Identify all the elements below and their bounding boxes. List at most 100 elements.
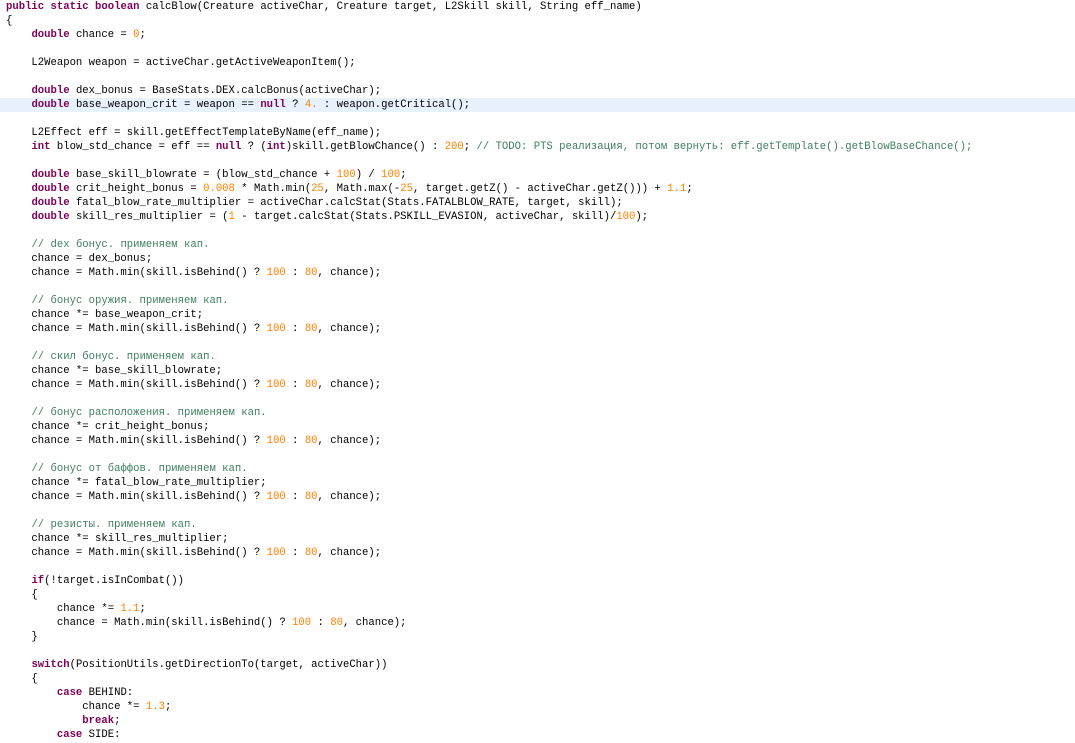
code-token: - target.calcStat(Stats.PSKILL_EVASION, … [234, 211, 617, 223]
code-line[interactable]: double base_skill_blowrate = (blow_std_c… [0, 168, 1075, 182]
code-line[interactable]: // скил бонус. применяем кап. [0, 350, 1075, 364]
code-line[interactable] [0, 70, 1075, 84]
number-token: 25 [400, 183, 413, 195]
code-line[interactable] [0, 336, 1075, 350]
code-line[interactable]: double base_weapon_crit = weapon == null… [0, 98, 1075, 112]
code-token: : [285, 267, 305, 279]
code-token: blow_std_chance = eff == [50, 141, 216, 153]
code-line[interactable]: { [0, 14, 1075, 28]
code-line[interactable]: // бонус оружия. применяем кап. [0, 294, 1075, 308]
code-line[interactable]: chance = Math.min(skill.isBehind() ? 100… [0, 546, 1075, 560]
code-line[interactable]: chance *= base_skill_blowrate; [0, 364, 1075, 378]
code-token: ; [463, 141, 477, 153]
code-token: : [311, 617, 331, 629]
code-line[interactable]: chance *= base_weapon_crit; [0, 308, 1075, 322]
code-line[interactable]: break; [0, 714, 1075, 728]
code-line[interactable]: // бонус расположения. применяем кап. [0, 406, 1075, 420]
code-token: )skill.getBlowChance() : [285, 141, 445, 153]
code-token: , chance); [317, 267, 382, 279]
code-line[interactable]: if(!target.isInCombat()) [0, 574, 1075, 588]
number-token: 100 [266, 323, 286, 335]
code-token: , target.getZ() - activeChar.getZ())) + [412, 183, 668, 195]
code-line[interactable]: chance = Math.min(skill.isBehind() ? 100… [0, 322, 1075, 336]
code-token: ; [139, 603, 146, 615]
keyword-token: double [31, 211, 70, 223]
code-line[interactable]: chance = Math.min(skill.isBehind() ? 100… [0, 434, 1075, 448]
code-line[interactable]: L2Effect eff = skill.getEffectTemplateBy… [0, 126, 1075, 140]
code-line[interactable]: chance = Math.min(skill.isBehind() ? 100… [0, 490, 1075, 504]
code-line[interactable] [0, 392, 1075, 406]
code-line[interactable]: // dex бонус. применяем кап. [0, 238, 1075, 252]
code-line[interactable]: double dex_bonus = BaseStats.DEX.calcBon… [0, 84, 1075, 98]
keyword-token: null [215, 141, 242, 153]
number-token: 0.008 [203, 183, 235, 195]
keyword-token: double [31, 183, 70, 195]
code-line[interactable]: case SIDE: [0, 728, 1075, 742]
keyword-token: switch [31, 659, 70, 671]
code-line[interactable]: chance *= 1.3; [0, 700, 1075, 714]
code-line[interactable]: chance = dex_bonus; [0, 252, 1075, 266]
code-editor[interactable]: public static boolean calcBlow(Creature … [0, 0, 1075, 743]
number-token: 80 [304, 547, 318, 559]
code-line[interactable] [0, 280, 1075, 294]
code-line[interactable]: switch(PositionUtils.getDirectionTo(targ… [0, 658, 1075, 672]
code-line[interactable]: L2Weapon weapon = activeChar.getActiveWe… [0, 56, 1075, 70]
code-line[interactable]: chance = Math.min(skill.isBehind() ? 100… [0, 378, 1075, 392]
code-token: chance *= [6, 701, 146, 713]
code-line[interactable]: public static boolean calcBlow(Creature … [0, 0, 1075, 14]
code-line[interactable] [0, 504, 1075, 518]
code-line[interactable]: chance *= crit_height_bonus; [0, 420, 1075, 434]
code-line[interactable]: case BEHIND: [0, 686, 1075, 700]
code-token: chance = Math.min(skill.isBehind() ? [6, 435, 267, 447]
number-token: 100 [381, 169, 401, 181]
code-line[interactable]: // бонус от баффов. применяем кап. [0, 462, 1075, 476]
comment-token: // бонус оружия. применяем кап. [31, 295, 229, 307]
code-line[interactable]: double skill_res_multiplier = (1 - targe… [0, 210, 1075, 224]
code-token: } [6, 631, 38, 643]
code-line[interactable]: double chance = 0; [0, 28, 1075, 42]
code-token: ) / [355, 169, 382, 181]
code-line[interactable] [0, 644, 1075, 658]
code-line[interactable]: chance = Math.min(skill.isBehind() ? 100… [0, 266, 1075, 280]
number-token: 100 [266, 491, 286, 503]
code-token: : [285, 379, 305, 391]
code-line[interactable]: chance *= skill_res_multiplier; [0, 532, 1075, 546]
keyword-token: double [31, 169, 70, 181]
keyword-token: double [31, 29, 70, 41]
code-line[interactable]: chance *= fatal_blow_rate_multiplier; [0, 476, 1075, 490]
code-line[interactable] [0, 112, 1075, 126]
comment-token: // dex бонус. применяем кап. [31, 239, 210, 251]
code-line[interactable]: chance *= 1.1; [0, 602, 1075, 616]
code-line[interactable]: } [0, 630, 1075, 644]
number-token: 1.3 [145, 701, 165, 713]
number-token: 100 [292, 617, 312, 629]
code-token: L2Weapon weapon = activeChar.getActiveWe… [6, 57, 356, 69]
number-token: 4. [304, 99, 318, 111]
code-token: BEHIND: [82, 687, 134, 699]
code-line[interactable]: double crit_height_bonus = 0.008 * Math.… [0, 182, 1075, 196]
code-line[interactable]: int blow_std_chance = eff == null ? (int… [0, 140, 1075, 154]
number-token: 100 [266, 379, 286, 391]
code-line[interactable]: // резисты. применяем кап. [0, 518, 1075, 532]
number-token: 200 [444, 141, 464, 153]
code-line[interactable] [0, 154, 1075, 168]
number-token: 100 [336, 169, 356, 181]
code-token: , chance); [317, 491, 382, 503]
code-line[interactable]: { [0, 588, 1075, 602]
code-line[interactable]: double fatal_blow_rate_multiplier = acti… [0, 196, 1075, 210]
code-line[interactable]: { [0, 672, 1075, 686]
code-line[interactable] [0, 42, 1075, 56]
number-token: 25 [311, 183, 324, 195]
keyword-token: double [31, 197, 70, 209]
code-line[interactable]: chance = Math.min(skill.isBehind() ? 100… [0, 616, 1075, 630]
code-line[interactable] [0, 224, 1075, 238]
code-line[interactable] [0, 560, 1075, 574]
code-line[interactable] [0, 448, 1075, 462]
code-token: fatal_blow_rate_multiplier = activeChar.… [69, 197, 623, 209]
